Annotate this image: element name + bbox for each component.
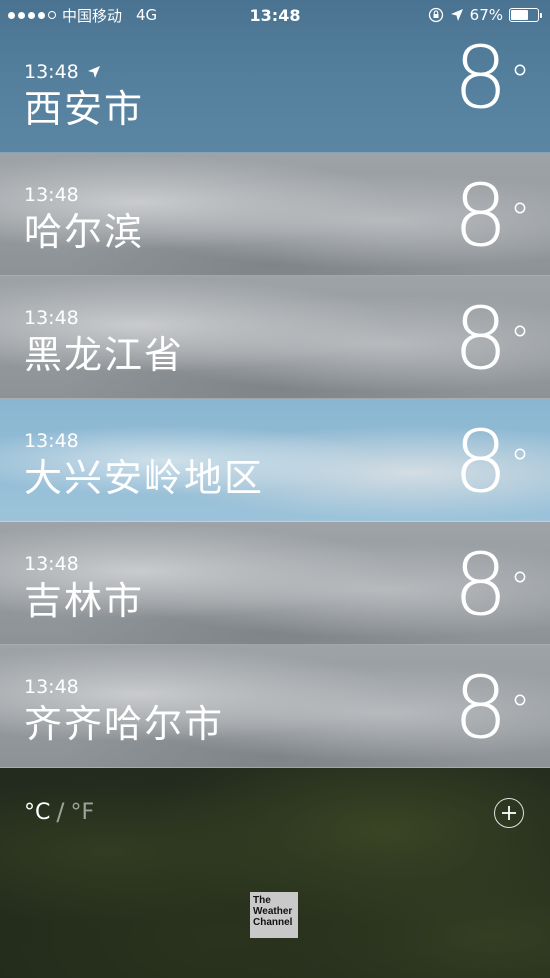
footer-bar: °C / °F The Weather Channel	[0, 768, 550, 978]
city-local-time: 13:48	[24, 553, 79, 575]
logo-line-1: The	[253, 895, 271, 906]
temperature-value: 8	[453, 289, 508, 390]
temperature-value: 8	[453, 535, 508, 636]
logo-line-3: Channel	[253, 917, 293, 928]
signal-dot	[48, 11, 56, 19]
battery-percent: 67%	[469, 6, 503, 24]
signal-strength-icon	[8, 11, 56, 19]
weather-channel-logo[interactable]: The Weather Channel	[250, 892, 298, 938]
temperature-value: 8	[453, 28, 508, 129]
city-row[interactable]: 13:48 哈尔滨 8 °	[0, 153, 550, 276]
city-temperature: 8 °	[453, 296, 530, 382]
city-local-time: 13:48	[24, 61, 79, 83]
logo-line-2: Weather	[253, 906, 293, 917]
city-list: 13:48 西安市 8 ° 13:48 哈尔滨 8 ° 13:48 黑龙江省 8 ° 13:48 大兴安岭…	[0, 0, 550, 768]
degree-symbol: °	[510, 195, 530, 242]
signal-dot	[18, 11, 25, 19]
degree-symbol: °	[510, 441, 530, 488]
city-local-time: 13:48	[24, 307, 79, 329]
unit-separator: /	[56, 798, 65, 826]
city-temperature: 8 °	[453, 665, 530, 751]
battery-level-fill	[511, 10, 529, 20]
signal-dot	[8, 11, 15, 19]
status-bar: 中国移动 4G 13:48 67%	[0, 0, 550, 30]
weather-app-screen: 13:48 西安市 8 ° 13:48 哈尔滨 8 ° 13:48 黑龙江省 8 ° 13:48 大兴安岭…	[0, 0, 550, 978]
city-temperature: 8 °	[453, 35, 530, 121]
location-arrow-icon	[450, 9, 463, 21]
city-row[interactable]: 13:48 齐齐哈尔市 8 °	[0, 645, 550, 768]
temperature-value: 8	[453, 658, 508, 759]
signal-dot	[28, 11, 35, 19]
degree-symbol: °	[510, 318, 530, 365]
network-type: 4G	[136, 6, 158, 24]
city-temperature: 8 °	[453, 419, 530, 505]
current-location-icon	[87, 66, 100, 78]
degree-symbol: °	[510, 57, 530, 104]
signal-dot	[38, 11, 45, 19]
status-right: 67%	[428, 6, 542, 24]
battery-icon	[509, 8, 542, 22]
city-local-time: 13:48	[24, 430, 79, 452]
degree-symbol: °	[510, 687, 530, 734]
temperature-value: 8	[453, 412, 508, 513]
city-local-time: 13:48	[24, 676, 79, 698]
temperature-value: 8	[453, 166, 508, 267]
carrier-name: 中国移动	[62, 6, 123, 25]
city-row[interactable]: 13:48 吉林市 8 °	[0, 522, 550, 645]
add-city-button[interactable]	[494, 798, 524, 828]
unit-toggle[interactable]: °C / °F	[24, 798, 94, 826]
celsius-option[interactable]: °C	[24, 800, 50, 825]
city-row[interactable]: 13:48 黑龙江省 8 °	[0, 276, 550, 399]
rotation-lock-icon	[428, 7, 443, 23]
fahrenheit-option[interactable]: °F	[70, 800, 94, 825]
degree-symbol: °	[510, 564, 530, 611]
city-local-time: 13:48	[24, 184, 79, 206]
city-row[interactable]: 13:48 大兴安岭地区 8 °	[0, 399, 550, 522]
city-temperature: 8 °	[453, 173, 530, 259]
status-left: 中国移动 4G	[8, 5, 157, 26]
city-temperature: 8 °	[453, 542, 530, 628]
